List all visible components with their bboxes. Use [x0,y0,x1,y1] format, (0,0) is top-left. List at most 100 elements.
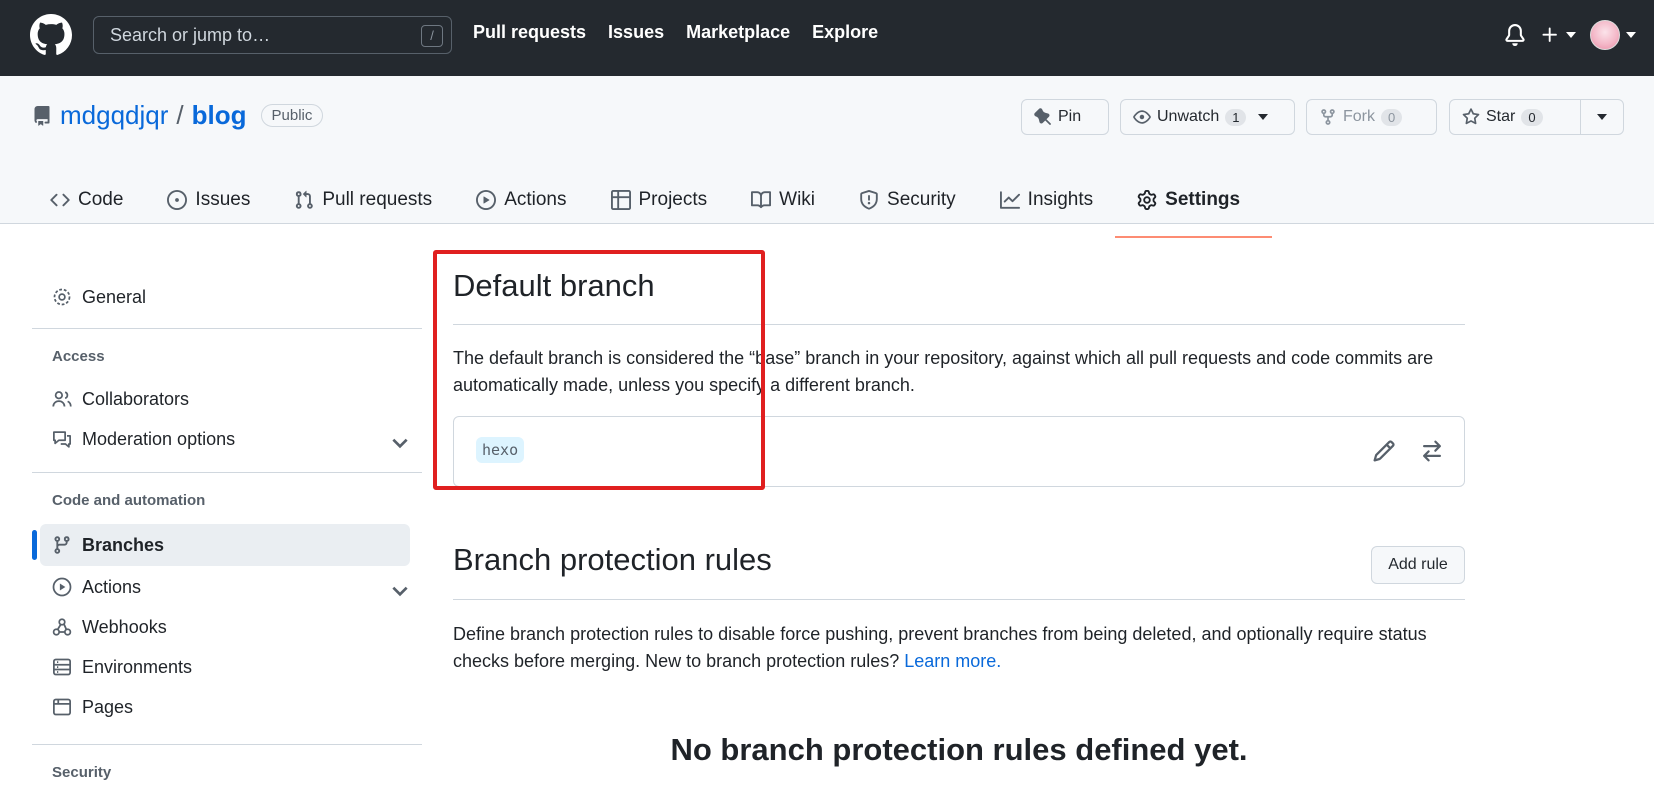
repo-path-separator: / [176,100,184,130]
gear-icon [1137,190,1157,210]
pull-request-icon [296,190,314,209]
search-placeholder: Search or jump to… [110,25,271,45]
tab-label: Pull requests [322,189,433,210]
global-nav: Pull requests Issues Marketplace Explore [473,22,878,43]
tab-wiki[interactable]: Wiki [751,176,835,224]
report-icon [53,431,71,448]
search-shortcut-key: / [421,25,443,47]
tab-pull-requests[interactable]: Pull requests [294,176,452,224]
sidebar-item-label: Environments [82,656,193,677]
server-icon [53,658,71,676]
shield-icon [860,190,878,210]
fork-button[interactable]: Fork 0 [1306,99,1437,135]
browser-icon [53,698,71,716]
sidebar-item-label: Collaborators [82,388,190,409]
unwatch-button[interactable]: Unwatch 1 [1120,99,1295,135]
fork-count: 0 [1381,108,1403,126]
tab-insights[interactable]: Insights [999,176,1113,224]
sidebar-item-label: Pages [82,696,134,717]
nav-pull-requests[interactable]: Pull requests [473,22,586,43]
branch-protection-title: Branch protection rules [453,542,772,577]
graph-icon [999,191,1020,209]
empty-state-title: No branch protection rules defined yet. [670,732,1248,767]
search-input[interactable]: Search or jump to… / [93,16,452,54]
star-icon [1462,108,1480,125]
nav-explore[interactable]: Explore [812,22,878,43]
learn-more-link[interactable]: Learn more. [904,651,1001,671]
user-menu[interactable] [1590,20,1636,50]
tab-settings[interactable]: Settings [1115,176,1273,238]
create-new-menu[interactable] [1540,25,1576,45]
sidebar-item-pages[interactable]: Pages [40,686,440,728]
sidebar-item-moderation[interactable]: Moderation options [40,418,440,460]
chevron-down-icon [392,586,408,597]
active-indicator [32,530,37,560]
sidebar-item-actions[interactable]: Actions [40,566,440,608]
add-rule-button[interactable]: Add rule [1371,546,1465,584]
tab-label: Issues [195,189,251,210]
star-button[interactable]: Star 0 [1449,99,1581,135]
caret-down-icon [1626,32,1636,38]
issue-icon [167,190,188,210]
caret-down-icon [1597,114,1607,120]
star-label: Star [1486,108,1516,125]
sidebar-item-environments[interactable]: Environments [40,646,440,688]
sidebar-divider [32,472,422,473]
repo-icon [34,105,50,126]
tab-label: Actions [504,189,567,210]
unwatch-label: Unwatch [1157,108,1220,125]
arrow-switch-icon[interactable] [1420,439,1444,463]
tab-code[interactable]: Code [50,176,143,224]
sidebar-item-branches[interactable]: Branches [40,524,410,566]
sidebar-heading-code-automation: Code and automation [52,492,206,509]
code-icon [50,193,70,207]
settings-sidebar: General Access Collaborators Moderation … [30,224,422,802]
pencil-icon[interactable] [1372,439,1396,463]
eye-icon [1133,110,1151,124]
branch-protection-description: Define branch protection rules to disabl… [453,621,1463,675]
default-branch-description: The default branch is considered the “ba… [453,348,1434,395]
caret-down-icon [1258,114,1269,120]
avatar [1590,20,1620,50]
visibility-badge: Public [260,104,324,127]
nav-marketplace[interactable]: Marketplace [686,22,790,43]
sidebar-heading-security: Security [52,764,112,781]
tab-actions[interactable]: Actions [476,176,586,224]
tab-projects[interactable]: Projects [610,176,728,224]
sidebar-item-collaborators[interactable]: Collaborators [40,378,440,420]
watch-count: 1 [1225,108,1247,126]
sidebar-divider [32,328,422,329]
nav-issues[interactable]: Issues [608,22,664,43]
tab-label: Code [78,189,124,210]
repo-name-link[interactable]: blog [192,100,247,131]
bell-icon[interactable] [1504,24,1526,46]
pin-icon [1034,108,1051,125]
sidebar-heading-access: Access [52,348,105,365]
play-icon [476,190,497,210]
tab-label: Insights [1027,189,1094,210]
play-icon [52,577,72,597]
repo-tabs: Code Issues Pull requests Actions Projec… [50,176,1284,238]
global-header: Search or jump to… / Pull requests Issue… [0,0,1654,76]
section-divider [453,324,1465,325]
star-lists-dropdown[interactable] [1580,99,1624,135]
repo-title: mdgqdjqr / blog Public [32,100,324,131]
tab-label: Settings [1165,189,1241,210]
branch-icon [54,536,70,554]
sidebar-item-webhooks[interactable]: Webhooks [40,606,440,648]
tab-security[interactable]: Security [859,176,976,224]
tab-label: Security [887,189,956,210]
tab-issues[interactable]: Issues [167,176,270,224]
webhook-icon [52,618,72,636]
tab-label: Wiki [779,189,816,210]
book-icon [751,191,772,209]
sidebar-item-label: Webhooks [82,616,167,637]
header-actions [1504,20,1636,50]
github-logo-icon[interactable] [30,14,72,56]
star-count: 0 [1521,108,1543,126]
table-icon [610,190,631,210]
repo-owner-link[interactable]: mdgqdjqr [60,100,168,131]
pin-button[interactable]: Pin [1021,99,1109,135]
sidebar-item-general[interactable]: General [40,276,440,318]
sidebar-item-label: Moderation options [82,428,236,449]
